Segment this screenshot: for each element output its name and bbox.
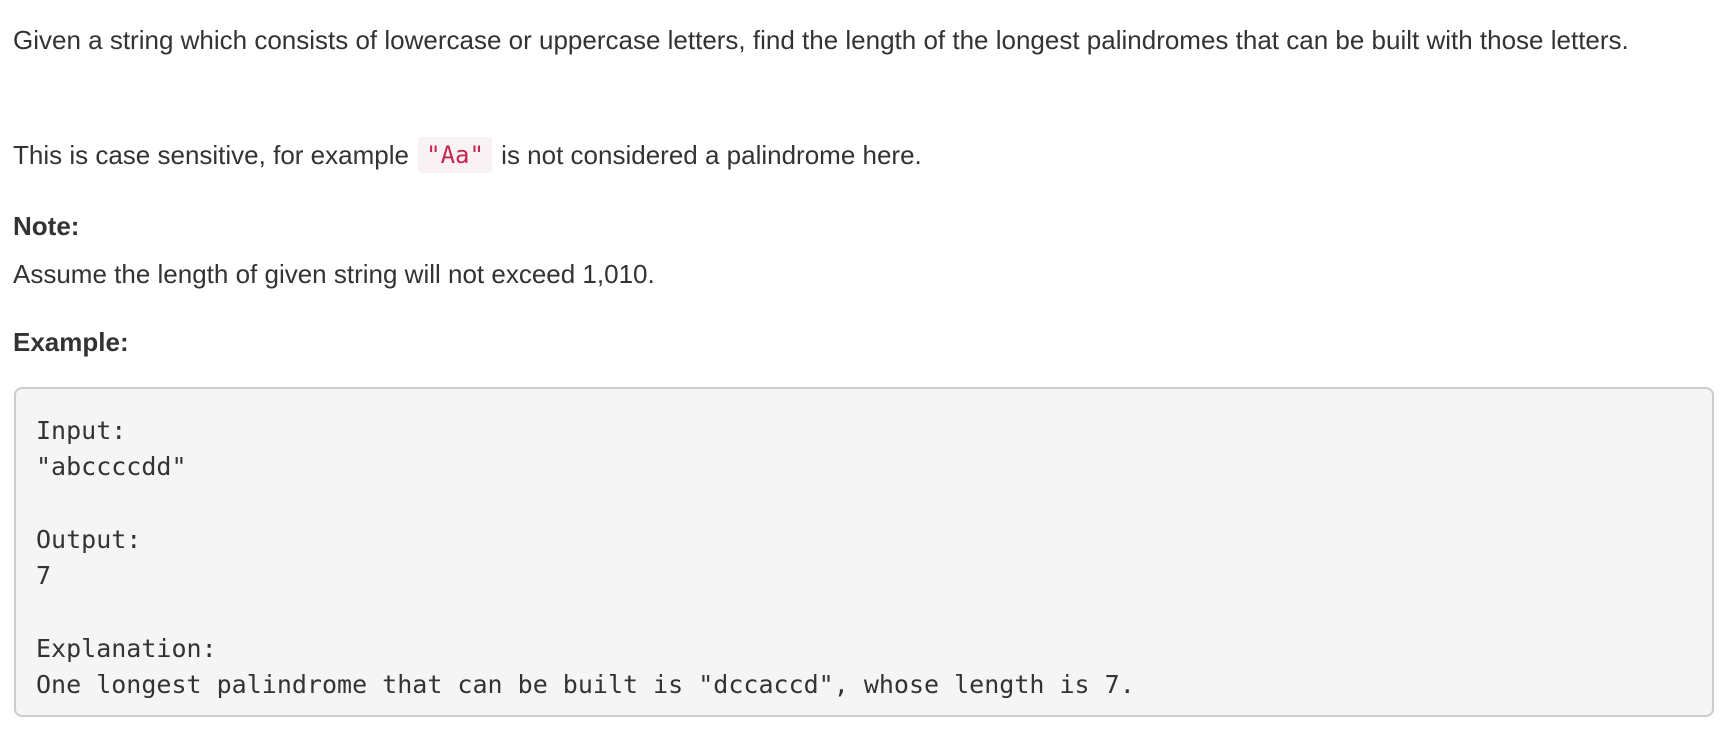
- case-sensitivity-paragraph: This is case sensitive, for example "Aa"…: [13, 131, 1703, 179]
- note-text: Assume the length of given string will n…: [13, 259, 655, 289]
- code-line-output-value: 7: [36, 561, 52, 591]
- code-line-output-label: Output:: [36, 524, 142, 554]
- code-line-input-label: Input:: [36, 416, 127, 445]
- example-code-block: Input: "abccccdd" Output: 7 Explanation: One …: [14, 387, 1714, 717]
- note-heading: Note:: [13, 211, 80, 241]
- code-line-explanation-label: Explanation:: [36, 633, 217, 663]
- inline-code-example: "Aa": [418, 137, 492, 173]
- case-sentence-before: This is case sensitive, for example: [13, 140, 417, 170]
- description-paragraph: Given a string which consists of lowerca…: [13, 25, 1629, 55]
- code-line-input-value: "abccccdd": [36, 452, 187, 482]
- example-heading: Example:: [13, 327, 129, 357]
- problem-description: Given a string which consists of lowerca…: [0, 0, 1722, 732]
- case-sentence-after: is not considered a palindrome here.: [493, 140, 922, 170]
- code-line-explanation-text: One longest palindrome that can be built…: [36, 670, 1135, 700]
